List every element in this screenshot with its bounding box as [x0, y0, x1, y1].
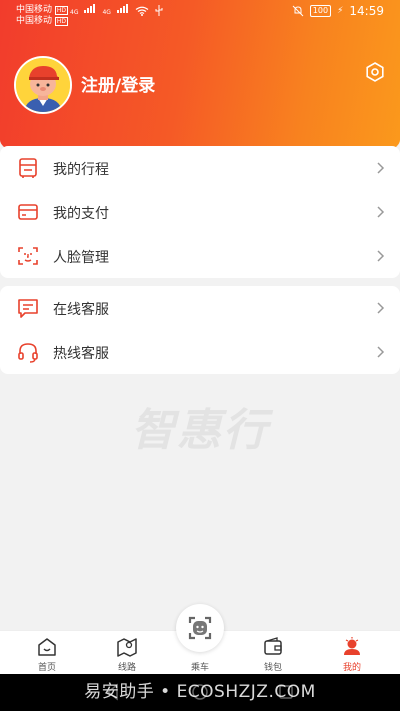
wifi-icon [135, 6, 149, 16]
tab-home[interactable]: 首页 [17, 631, 77, 675]
menu-item-online-service[interactable]: 在线客服 [0, 286, 400, 330]
ride-scan-button[interactable] [176, 604, 224, 652]
tab-label: 线路 [117, 663, 136, 673]
chevron-right-icon [377, 162, 385, 174]
trip-icon [19, 158, 37, 178]
avatar-illustration [16, 58, 70, 112]
wallet-icon [264, 637, 282, 655]
login-register-link[interactable]: 注册/登录 [81, 71, 155, 96]
footer-watermark-caption: 易安助手 • ECOSHZJZ.COM [84, 682, 316, 702]
menu-item-my-trips[interactable]: 我的行程 [0, 146, 400, 190]
network-label-1: 4G [70, 9, 79, 16]
tab-label: 钱包 [263, 663, 282, 673]
signal-icon-2 [116, 4, 129, 16]
menu-item-label: 热线客服 [53, 346, 109, 362]
chevron-right-icon [377, 206, 385, 218]
card-icon [18, 204, 38, 220]
usb-icon [155, 5, 163, 16]
menu-item-label: 我的支付 [53, 206, 109, 222]
settings-icon[interactable] [365, 62, 385, 82]
tab-mine[interactable]: 我的 [322, 631, 382, 675]
tab-label: 乘车 [190, 663, 209, 673]
network-label-2: 4G [102, 9, 111, 16]
clock: 14:59 [349, 4, 384, 18]
menu-card-support: 在线客服 热线客服 [0, 286, 400, 374]
signal-icon [84, 4, 96, 16]
battery-icon: 100 [309, 5, 332, 17]
menu-item-label: 人脸管理 [53, 250, 109, 266]
signal-icons: 4G 4G [70, 4, 163, 16]
menu-card-account: 我的行程 我的支付 人脸管理 [0, 146, 400, 278]
tab-wallet[interactable]: 钱包 [243, 631, 303, 675]
face-id-icon [18, 247, 38, 265]
scan-icon [188, 616, 212, 640]
tab-routes[interactable]: 线路 [97, 631, 157, 675]
chevron-right-icon [377, 250, 385, 262]
profile-icon [344, 637, 360, 655]
menu-item-face-management[interactable]: 人脸管理 [0, 234, 400, 278]
tab-label: 我的 [342, 663, 361, 673]
brand-watermark: 智惠行 [131, 405, 269, 456]
chevron-right-icon [377, 302, 385, 314]
map-icon [117, 638, 137, 657]
menu-item-label: 在线客服 [53, 302, 109, 318]
menu-item-my-payment[interactable]: 我的支付 [0, 190, 400, 234]
headset-icon [18, 343, 38, 363]
menu-item-label: 我的行程 [53, 162, 109, 178]
chevron-right-icon [377, 346, 385, 358]
status-bar: 中国移动 HD 中国移动 HD 4G 4G 100 ⚡ 14:59 [0, 0, 400, 26]
avatar[interactable] [14, 56, 72, 114]
hd-badge-2: HD [54, 17, 69, 26]
carrier-2: 中国移动 [16, 16, 53, 26]
charging-icon: ⚡ [337, 6, 344, 16]
home-icon [38, 638, 56, 656]
chat-icon [18, 299, 38, 318]
menu-item-hotline-service[interactable]: 热线客服 [0, 330, 400, 374]
tab-label: 首页 [37, 663, 56, 673]
mute-icon [292, 5, 304, 17]
